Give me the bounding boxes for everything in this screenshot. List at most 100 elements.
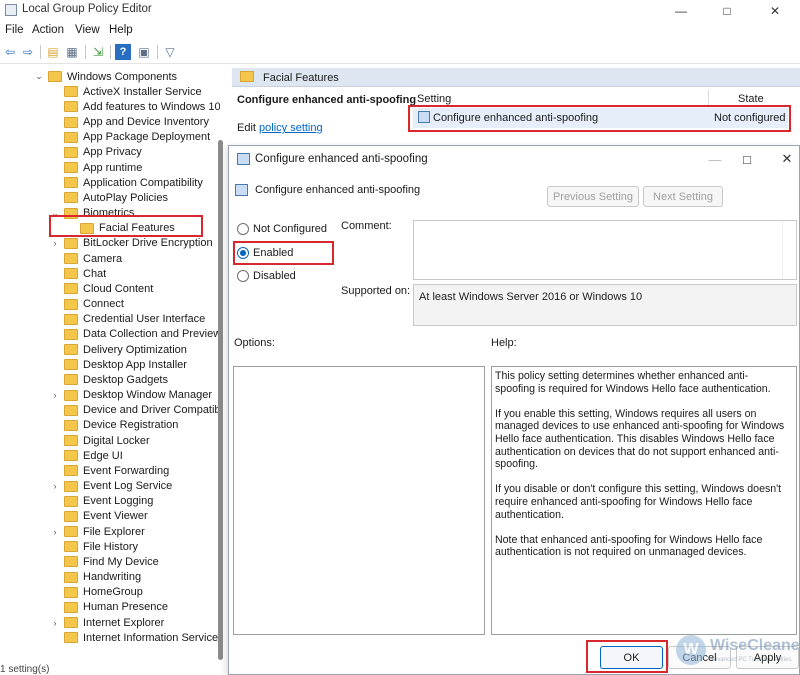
tree-item-label: Data Collection and Preview B [83,328,220,341]
tree-item-label: Chat [83,267,107,280]
chevron-right-icon[interactable]: › [50,390,60,400]
tree-item[interactable]: › Internet Explorer [50,615,165,630]
folder-icon [80,222,94,234]
radio-not-configured[interactable]: Not Configured [237,223,327,235]
help-paragraph: If you disable or don't configure this s… [495,483,782,521]
tree-item[interactable]: Application Compatibility [50,175,203,190]
next-setting-button[interactable]: Next Setting [643,186,723,207]
tree-item[interactable]: App and Device Inventory [50,115,209,130]
policy-setting-link[interactable]: policy setting [259,122,323,134]
menu-file[interactable]: File [5,24,24,36]
maximize-icon[interactable]: □ [704,0,750,21]
properties-icon[interactable]: ▣ [136,44,152,60]
setting-row-name[interactable]: Configure enhanced anti-spoofing [433,112,598,124]
tree-item[interactable]: Cloud Content [50,281,153,296]
tree-item[interactable]: Device Registration [50,418,178,433]
tree-item[interactable]: Edge UI [50,448,123,463]
back-arrow-icon[interactable]: ⇦ [2,44,18,60]
menu-help[interactable]: Help [109,24,133,36]
close-icon[interactable]: ✕ [752,0,798,21]
comment-scrollbar[interactable] [782,221,796,279]
filter-icon[interactable]: ▽ [162,44,178,60]
toolbar: ⇦ ⇨ ▤ ▦ ⇲ ? ▣ ▽ [0,40,800,64]
tree-item[interactable]: Chat [50,266,106,281]
show-hide-tree-icon[interactable]: ▦ [64,44,80,60]
tree-item-selected[interactable]: Facial Features [66,221,175,236]
dialog-close-icon[interactable]: ✕ [767,148,800,170]
menu-view[interactable]: View [75,24,100,36]
tree-scrollbar[interactable] [218,140,223,660]
chevron-right-icon[interactable]: › [50,238,60,248]
help-paragraph: Note that enhanced anti-spoofing for Win… [495,533,763,559]
tree-item[interactable]: › File Explorer [50,524,145,539]
tree-item-label: File Explorer [83,525,145,538]
edit-prefix: Edit [237,122,260,134]
tree-item-label: Desktop App Installer [83,358,187,371]
ok-button[interactable]: OK [600,646,663,669]
dialog-maximize-icon[interactable]: □ [727,148,767,170]
toolbar-separator [110,45,111,59]
tree-item[interactable]: Desktop App Installer [50,357,187,372]
help-icon[interactable]: ? [115,44,131,60]
tree-item[interactable]: Event Logging [50,494,153,509]
tree-item[interactable]: Device and Driver Compatibili [50,403,220,418]
tree-item[interactable]: Add features to Windows 10 [50,99,220,114]
tree-item[interactable]: Human Presence [50,600,168,615]
comment-label: Comment: [341,220,392,232]
tree-item[interactable]: › BitLocker Drive Encryption [50,236,213,251]
column-header-state[interactable]: State [738,93,764,105]
supported-on-label: Supported on: [341,285,411,297]
help-scrollbar[interactable] [783,368,795,633]
chevron-right-icon[interactable]: › [50,618,60,628]
tree-item-label: Human Presence [83,601,168,614]
policy-tree[interactable]: ⌄ Windows Components ActiveX Installer Ser… [0,66,220,666]
tree-item[interactable]: Digital Locker [50,433,150,448]
chevron-down-icon[interactable]: ⌄ [50,208,60,219]
chevron-right-icon[interactable]: › [50,527,60,537]
column-divider [708,90,709,105]
comment-textarea[interactable] [413,220,797,280]
menu-action[interactable]: Action [32,24,64,36]
tree-item[interactable]: App runtime [50,160,142,175]
tree-item[interactable]: Event Forwarding [50,463,169,478]
tree-item[interactable]: Data Collection and Preview B [50,327,220,342]
tree-item[interactable]: HomeGroup [50,585,143,600]
tree-item-label: Internet Explorer [83,616,165,629]
tree-item[interactable]: Credential User Interface [50,312,205,327]
tree-item[interactable]: App Package Deployment [50,130,210,145]
tree-item[interactable]: Event Viewer [50,509,148,524]
tree-item[interactable]: File History [50,539,138,554]
tree-item[interactable]: ActiveX Installer Service [50,84,202,99]
folder-icon [64,131,78,143]
chevron-right-icon[interactable]: › [50,481,60,491]
folder-icon [64,586,78,598]
policy-setting-dialog: Configure enhanced anti-spoofing — □ ✕ C… [228,145,800,675]
previous-setting-button[interactable]: Previous Setting [547,186,639,207]
help-text: This policy setting determines whether e… [495,370,785,572]
export-list-icon[interactable]: ⇲ [90,44,106,60]
chevron-down-icon[interactable]: ⌄ [34,71,44,82]
radio-enabled-circle[interactable] [237,247,249,259]
radio-enabled[interactable]: Enabled [237,247,293,259]
forward-arrow-icon[interactable]: ⇨ [20,44,36,60]
radio-not-configured-circle[interactable] [237,223,249,235]
tree-item[interactable]: App Privacy [50,145,142,160]
tree-item[interactable]: › Event Log Service [50,479,173,494]
column-header-setting[interactable]: Setting [417,93,451,105]
tree-item[interactable]: Camera [50,251,122,266]
radio-disabled[interactable]: Disabled [237,270,296,282]
minimize-icon[interactable]: — [658,0,704,21]
tree-item[interactable]: › Desktop Window Manager [50,388,213,403]
tree-item[interactable]: Connect [50,297,124,312]
tree-item[interactable]: Delivery Optimization [50,342,187,357]
tree-item[interactable]: Handwriting [50,570,141,585]
tree-item[interactable]: Desktop Gadgets [50,372,168,387]
tree-item[interactable]: AutoPlay Policies [50,190,168,205]
tree-item[interactable]: Find My Device [50,554,159,569]
tree-item[interactable]: ⌄ Windows Components [34,69,177,84]
toolbar-separator [40,45,41,59]
tree-item[interactable]: Internet Information Services [50,630,220,645]
folder-up-icon[interactable]: ▤ [45,44,61,60]
radio-disabled-circle[interactable] [237,270,249,282]
tree-item[interactable]: ⌄ Biometrics [50,206,134,221]
